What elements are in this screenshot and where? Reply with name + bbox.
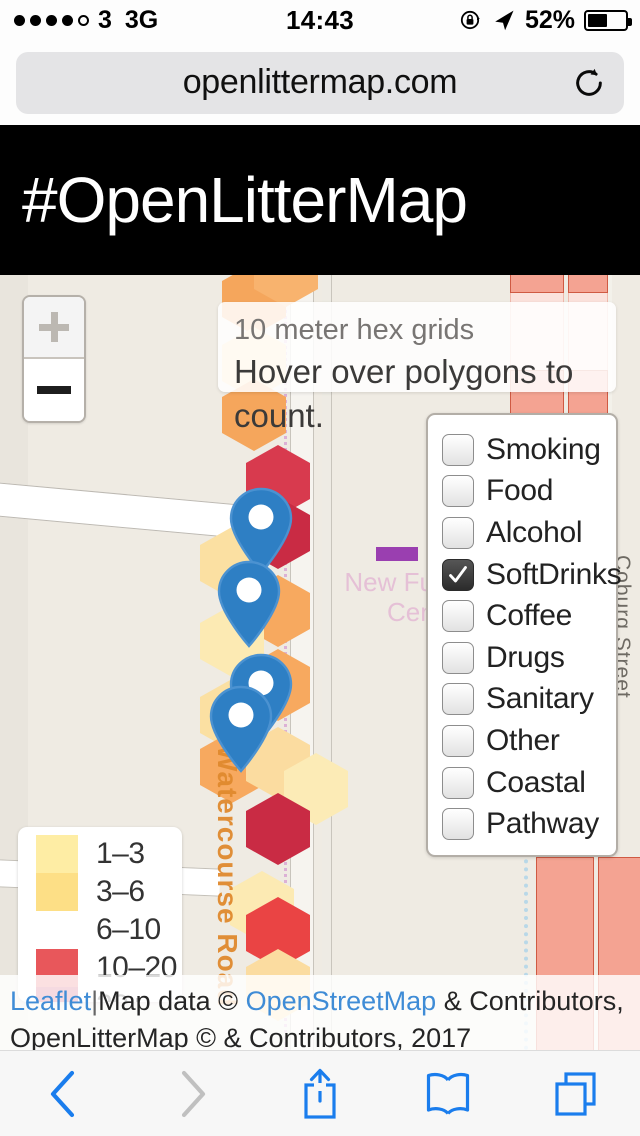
map-attribution: Leaflet|Map data © OpenStreetMap & Contr… [0,975,640,1050]
status-bar: 3 3G 14:43 52% [0,0,640,40]
page-title: #OpenLitterMap [22,164,468,236]
map-container[interactable]: New Furniture Centre Watercourse Road Co… [0,275,640,1050]
attribution-line-2: OpenLitterMap © & Contributors, 2017 [10,1023,472,1050]
layer-label: Coastal [486,765,586,799]
map-zoom-control[interactable] [22,295,86,423]
layer-label: Food [486,474,554,508]
layer-item-smoking[interactable]: Smoking [428,429,616,471]
map-polygon-purple [376,547,418,561]
layer-label: Coffee [486,599,573,633]
layer-label: SoftDrinks [486,557,622,591]
battery-icon [584,9,632,31]
legend-row: 3–6 [18,873,182,911]
battery-percent-label: 52% [524,5,575,34]
layer-item-pathway[interactable]: Pathway [428,803,616,845]
leaflet-link[interactable]: Leaflet [10,986,91,1016]
hex-popup-line-1: 10 meter hex grids [234,314,475,346]
legend-label: 1–3 [96,837,145,870]
forward-button[interactable] [128,1051,256,1136]
location-arrow-icon [492,8,516,32]
zoom-out-button[interactable] [24,359,84,421]
layer-label: Other [486,723,560,757]
browser-toolbar [0,1050,640,1136]
legend-swatch [36,835,78,873]
checkbox-pathway[interactable] [442,808,474,841]
layer-item-softdrinks[interactable]: SoftDrinks [428,554,622,596]
checkbox-food[interactable] [442,475,474,508]
checkbox-smoking[interactable] [442,433,474,466]
legend-row: 6–10 [18,911,182,949]
layer-item-drugs[interactable]: Drugs [428,637,616,679]
tabs-button[interactable] [512,1051,640,1136]
map-building [510,275,564,293]
phone-screen: 3 3G 14:43 52% openlittermap.com #OpenLi… [0,0,640,1136]
hex-grid-info-popup: 10 meter hex grids Hover over polygons t… [218,302,616,434]
legend-swatch [36,873,78,911]
attribution-map-data: Map data © [98,986,246,1016]
url-text: openlittermap.com [182,63,458,101]
checkbox-coastal[interactable] [442,766,474,799]
rotation-lock-icon [459,8,483,32]
legend-label: 3–6 [96,875,145,908]
checkbox-other[interactable] [442,724,474,757]
map-marker-pin[interactable] [208,685,274,773]
legend-swatch [36,911,78,949]
zoom-in-button[interactable] [24,297,84,359]
layer-label: Drugs [486,640,565,674]
layer-label: Alcohol [486,515,583,549]
map-building [568,275,608,293]
legend-label: 6–10 [96,913,161,946]
map-street-label: Watercourse Road [212,745,243,1008]
status-bar-right: 52% [459,0,632,40]
map-marker-pin[interactable] [216,560,282,648]
openstreetmap-link[interactable]: OpenStreetMap [246,986,437,1016]
layer-item-food[interactable]: Food [428,471,616,513]
checkbox-alcohol[interactable] [442,516,474,549]
share-button[interactable] [256,1051,384,1136]
site-header: #OpenLitterMap [0,125,640,275]
checkbox-softdrinks[interactable] [442,558,474,591]
legend-row: 1–3 [18,835,182,873]
back-button[interactable] [0,1051,128,1136]
layer-item-coastal[interactable]: Coastal [428,762,616,804]
layer-item-coffee[interactable]: Coffee [428,595,616,637]
address-bar[interactable]: openlittermap.com [16,51,624,114]
map-layer-control[interactable]: Smoking Food Alcohol SoftDrinks Coffee Drugs S… [426,413,622,857]
layer-label: Sanitary [486,682,594,716]
checkbox-coffee[interactable] [442,600,474,633]
layer-label: Smoking [486,432,601,466]
layer-item-sanitary[interactable]: Sanitary [428,679,616,721]
checkbox-sanitary[interactable] [442,683,474,716]
layer-item-alcohol[interactable]: Alcohol [428,512,616,554]
checkbox-drugs[interactable] [442,641,474,674]
layer-item-other[interactable]: Other [428,720,616,762]
browser-address-bar-area: openlittermap.com [0,40,640,125]
attribution-contributors: & Contributors, [436,986,624,1016]
reload-icon[interactable] [572,66,606,100]
layer-label: Pathway [486,807,599,841]
bookmarks-button[interactable] [384,1051,512,1136]
